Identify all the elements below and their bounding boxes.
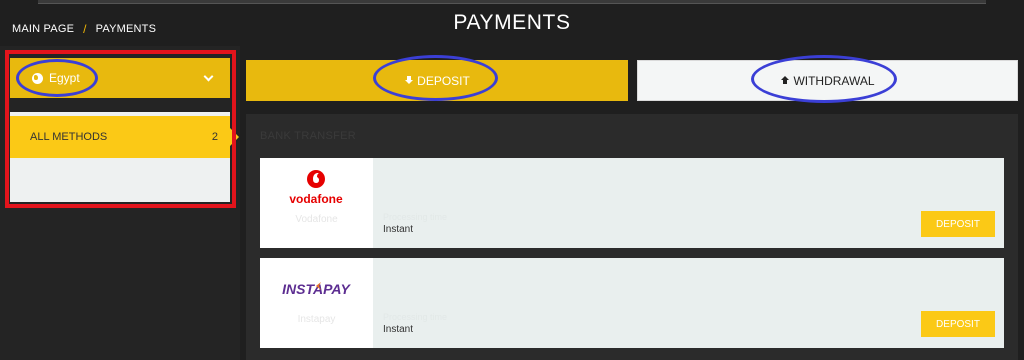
country-select[interactable]: Egypt	[10, 58, 230, 98]
chevron-down-icon	[203, 71, 214, 82]
payment-methods-panel: BANK TRANSFER vodafone Vodafone Processi…	[246, 114, 1018, 360]
methods-list: ALL METHODS 2	[10, 112, 239, 202]
instapay-logo: INSTAPAY Instapay	[260, 258, 373, 348]
instapay-logo-graphic: INSTAPAY	[282, 281, 351, 297]
processing-time-value: Instant	[383, 324, 414, 335]
sidebar: Egypt ALL METHODS 2	[0, 46, 240, 360]
method-label: ALL METHODS	[30, 131, 108, 143]
method-item-all-methods[interactable]: ALL METHODS 2	[10, 116, 239, 158]
vodafone-logo-graphic: vodafone	[289, 170, 343, 206]
upload-icon	[780, 75, 790, 86]
deposit-button[interactable]: DEPOSIT	[921, 311, 995, 337]
processing-time-value: Instant	[383, 224, 414, 235]
tab-withdrawal-label: WITHDRAWAL	[793, 73, 875, 88]
instapay-logo-wordmark: INSTAPAY	[282, 281, 351, 297]
globe-icon	[32, 72, 43, 84]
deposit-button[interactable]: DEPOSIT	[921, 211, 995, 237]
country-label: Egypt	[49, 71, 80, 85]
payment-card-vodafone: vodafone Vodafone Processing time Instan…	[260, 158, 1004, 248]
card-info: Processing time Instant	[383, 212, 447, 235]
vodafone-logo-wordmark: vodafone	[289, 192, 343, 206]
top-bar	[0, 0, 1024, 6]
download-icon	[404, 75, 414, 86]
page-title: PAYMENTS	[453, 11, 571, 34]
tab-deposit-label: DEPOSIT	[417, 73, 470, 88]
processing-time-label: Processing time	[383, 212, 448, 222]
section-heading: BANK TRANSFER	[260, 130, 356, 142]
top-bar-line	[38, 0, 986, 4]
tab-deposit[interactable]: DEPOSIT	[246, 60, 628, 101]
tab-withdrawal[interactable]: WITHDRAWAL	[637, 60, 1018, 101]
card-name: Instapay	[297, 314, 336, 325]
card-name: Vodafone	[295, 214, 338, 225]
method-count: 2	[211, 131, 218, 143]
processing-time-label: Processing time	[383, 312, 448, 322]
payment-card-instapay: INSTAPAY Instapay Processing time Instan…	[260, 258, 1004, 348]
card-info: Processing time Instant	[383, 312, 447, 335]
vodafone-logo: vodafone Vodafone	[260, 158, 373, 248]
